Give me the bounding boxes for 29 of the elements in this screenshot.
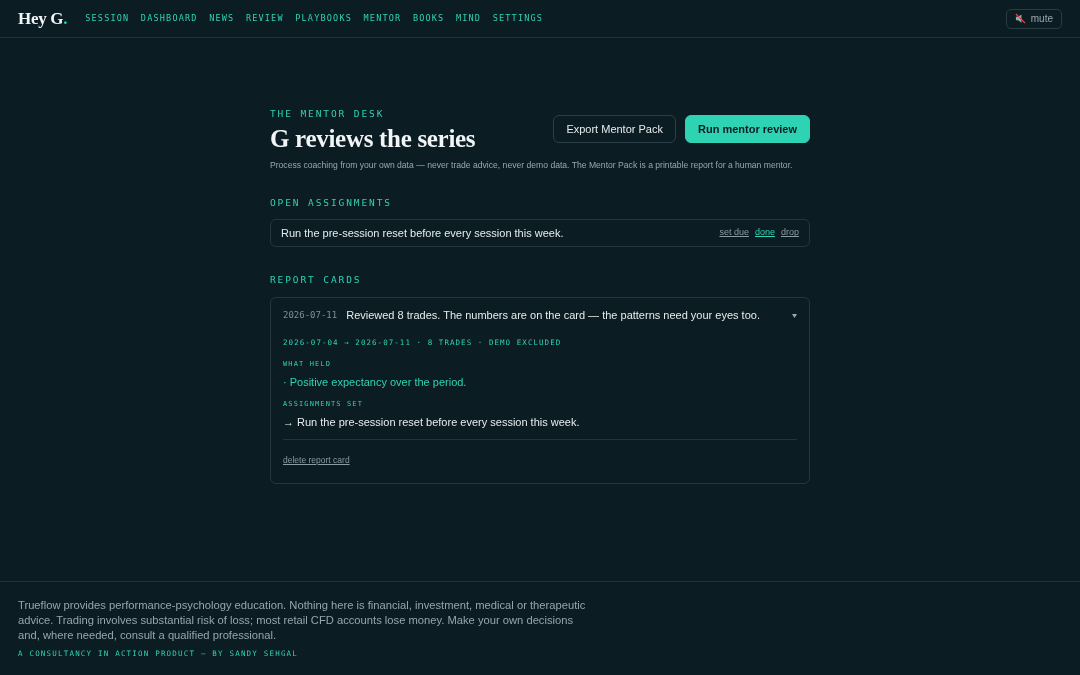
logo[interactable]: Hey G. (18, 5, 68, 32)
assignment-link[interactable]: set due (719, 226, 749, 240)
nav-link[interactable]: NEWS (209, 12, 235, 25)
assignment-text: Run the pre-session reset before every session this week. (281, 225, 564, 241)
mute-button[interactable]: mute (1005, 8, 1062, 29)
assignment-link[interactable]: drop (781, 226, 799, 240)
report-item: · Positive expectancy over the period. (283, 374, 468, 390)
nav-link[interactable]: DASHBOARD (140, 12, 198, 25)
delete-link[interactable]: delete report card (283, 455, 350, 466)
nav-link[interactable]: SETTINGS (492, 12, 544, 25)
caret-icon[interactable] (792, 314, 797, 319)
page-title: G reviews the series (270, 124, 476, 154)
export-button[interactable]: Export Mentor Pack (553, 115, 676, 143)
section-eyebrow: THE MENTOR DESK (270, 108, 386, 120)
report-item: → Run the pre-session reset before every session this week. (283, 414, 581, 430)
disclaimer-text: Trueflow provides performance-psychology education. Nothing here is financial, investment, medical or therapeutic advice. Trading involves substantial risk of loss; most retail CFD accounts lose money. Make your own decisions and, where needed, consult a qualified professional. (18, 598, 587, 643)
nav-link[interactable]: MENTOR (363, 12, 402, 25)
section-heading: OPEN ASSIGNMENTS (270, 195, 393, 210)
nav-link[interactable]: REVIEW (245, 12, 284, 25)
nav-link[interactable]: BOOKS (412, 12, 445, 25)
section-heading: REPORT CARDS (270, 273, 363, 288)
report-date: 2026-07-11 (283, 309, 338, 323)
page-subtitle: Process coaching from your own data — never trade advice, never demo data. The Mentor Pack is a printable report for a human mentor. (270, 159, 794, 172)
nav-link[interactable]: MIND (455, 12, 482, 25)
nav-link[interactable]: PLAYBOOKS (295, 12, 352, 25)
assignment-link[interactable]: done (754, 226, 775, 240)
run-review-button[interactable]: Run mentor review (684, 115, 810, 143)
report-summary: Reviewed 8 trades. The numbers are on the card — the patterns need your eyes too. (346, 308, 760, 324)
nav-link[interactable]: SESSION (85, 12, 130, 25)
